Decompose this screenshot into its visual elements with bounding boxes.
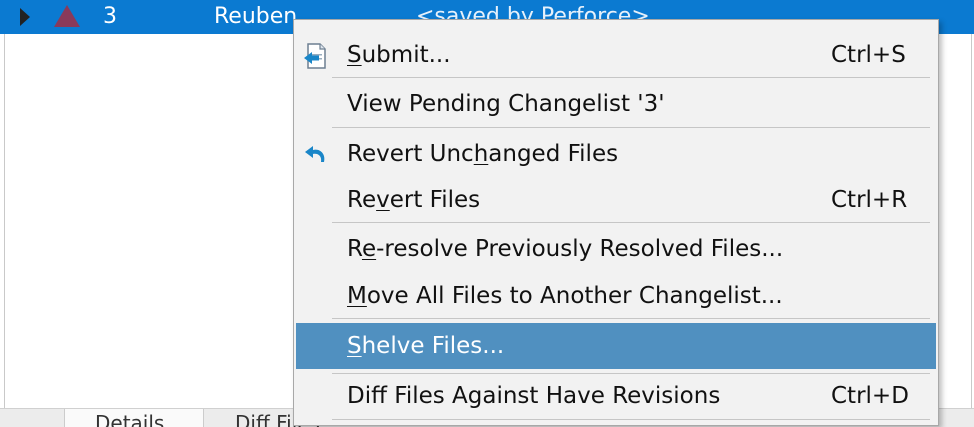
menu-item-revert-files[interactable]: Revert Files Ctrl+R <box>296 179 936 221</box>
pending-changelist-icon <box>54 5 80 27</box>
menu-separator <box>332 419 930 420</box>
menu-item-move-all-files[interactable]: Move All Files to Another Changelist... <box>296 275 936 317</box>
menu-item-submit[interactable]: Submit... Ctrl+S <box>296 34 936 76</box>
menu-separator <box>332 222 930 223</box>
changelist-user: Reuben <box>214 4 298 29</box>
menu-item-shortcut: Ctrl+R <box>831 187 908 213</box>
menu-item-label: Move All Files to Another Changelist... <box>347 283 783 309</box>
tab-details[interactable]: Details <box>64 409 204 427</box>
menu-item-shortcut: Ctrl+D <box>831 383 909 409</box>
expand-arrow-icon[interactable] <box>20 8 30 26</box>
menu-item-label: Diff Files Against Have Revisions <box>347 383 721 409</box>
submit-icon <box>304 43 326 69</box>
menu-separator <box>332 77 930 78</box>
menu-item-shortcut: Ctrl+S <box>831 42 906 68</box>
context-menu: Submit... Ctrl+S View Pending Changelist… <box>293 19 939 426</box>
menu-item-shelve-files[interactable]: Shelve Files... <box>296 323 936 369</box>
menu-item-view-pending-changelist[interactable]: View Pending Changelist '3' <box>296 83 936 125</box>
menu-item-label: Shelve Files... <box>347 333 505 359</box>
tab-details-label: Details <box>95 411 165 427</box>
menu-item-label: Revert Files <box>347 187 481 213</box>
menu-item-label: Revert Unchanged Files <box>347 141 619 167</box>
menu-item-label: Submit... <box>347 42 451 68</box>
menu-separator <box>332 318 930 319</box>
revert-arrow-icon <box>305 146 325 162</box>
menu-item-diff-against-have[interactable]: Diff Files Against Have Revisions Ctrl+D <box>296 375 936 417</box>
changelist-number: 3 <box>103 4 117 29</box>
menu-separator <box>332 127 930 128</box>
menu-item-re-resolve-files[interactable]: Re-resolve Previously Resolved Files... <box>296 228 936 270</box>
menu-item-revert-unchanged-files[interactable]: Revert Unchanged Files <box>296 133 936 175</box>
menu-separator <box>332 373 930 374</box>
menu-item-label: View Pending Changelist '3' <box>347 91 665 117</box>
menu-item-label: Re-resolve Previously Resolved Files... <box>347 236 784 262</box>
